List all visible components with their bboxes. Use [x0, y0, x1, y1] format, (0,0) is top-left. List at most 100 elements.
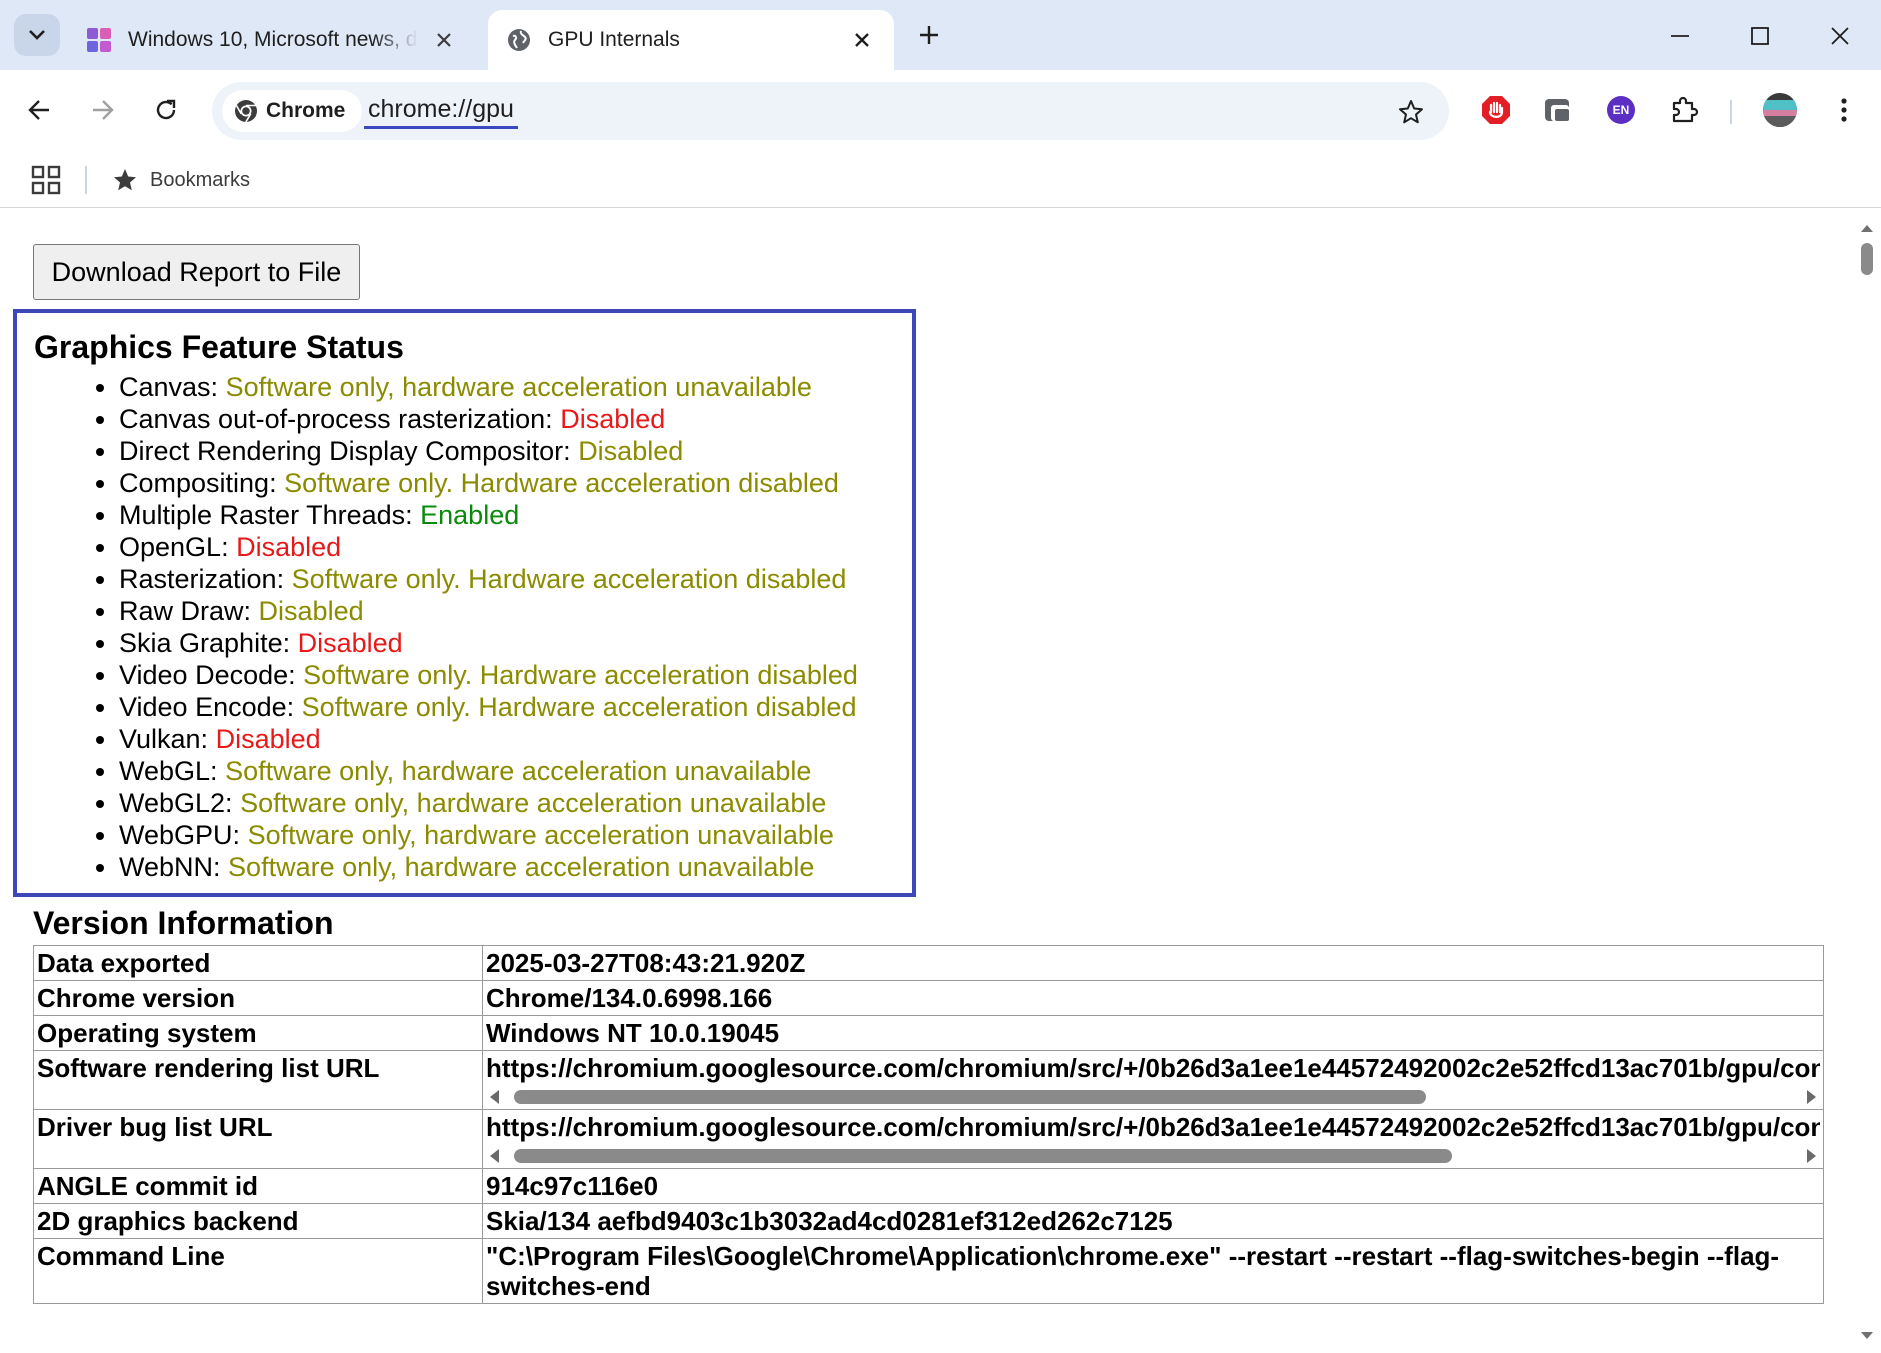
language-extension-button[interactable]: EN	[1601, 90, 1641, 130]
chrome-menu-button[interactable]	[1824, 90, 1864, 130]
row-key: Driver bug list URL	[33, 1109, 483, 1169]
feature-name: WebNN:	[119, 852, 221, 882]
feature-status: Software only. Hardware acceleration dis…	[291, 564, 847, 594]
feature-item: WebNN: Software only, hardware accelerat…	[119, 851, 858, 883]
feature-name: Multiple Raster Threads:	[119, 500, 413, 530]
chip-label: Chrome	[266, 99, 346, 122]
scroll-down-arrow-icon[interactable]	[1860, 1329, 1874, 1343]
feature-item: Video Encode: Software only. Hardware ac…	[119, 691, 858, 723]
globe-icon	[508, 29, 530, 51]
section-title: Graphics Feature Status	[34, 329, 404, 365]
feature-status: Disabled	[215, 724, 321, 754]
feature-item: Compositing: Software only. Hardware acc…	[119, 467, 858, 499]
graphics-feature-status-section: Graphics Feature Status Canvas: Software…	[13, 309, 916, 897]
feature-name: Direct Rendering Display Compositor:	[119, 436, 571, 466]
tab-strip: Windows 10, Microsoft news, de GPU Inter…	[0, 0, 1881, 70]
feature-name: Rasterization:	[119, 564, 285, 594]
row-value: Chrome/134.0.6998.166	[486, 983, 773, 1013]
star-filled-icon	[114, 169, 136, 191]
back-button[interactable]	[20, 90, 60, 130]
row-value-cell: 2025-03-27T08:43:21.920Z	[482, 945, 1824, 981]
address-bar[interactable]: Chrome chrome://gpu	[212, 82, 1449, 140]
feature-name: Canvas out-of-process rasterization:	[119, 404, 553, 434]
row-key: 2D graphics backend	[33, 1203, 483, 1239]
more-vertical-icon	[1841, 98, 1847, 122]
feature-status: Software only, hardware acceleration una…	[228, 852, 815, 882]
bookmark-star-button[interactable]	[1395, 96, 1427, 128]
close-tab-icon[interactable]	[430, 26, 458, 54]
table-row: Operating system Windows NT 10.0.19045	[33, 1015, 1824, 1051]
reload-button[interactable]	[146, 90, 186, 130]
row-key: Data exported	[33, 945, 483, 981]
bookmarks-folder[interactable]: Bookmarks	[112, 162, 250, 198]
new-tab-button[interactable]	[912, 18, 946, 52]
section-title: Version Information	[33, 905, 334, 941]
feature-item: WebGL: Software only, hardware accelerat…	[119, 755, 858, 787]
feature-item: Canvas: Software only, hardware accelera…	[119, 371, 858, 403]
feature-status: Software only. Hardware acceleration dis…	[284, 468, 839, 498]
tab-search-button[interactable]	[14, 14, 60, 56]
url-text[interactable]: chrome://gpu	[364, 95, 518, 129]
feature-item: Rasterization: Software only. Hardware a…	[119, 563, 858, 595]
tab-title: GPU Internals	[548, 28, 680, 51]
feature-name: WebGL:	[119, 756, 218, 786]
profile-button[interactable]	[1760, 90, 1800, 130]
horizontal-scrollbar[interactable]	[486, 1085, 1820, 1107]
bookmarks-bar: Bookmarks	[0, 152, 1881, 208]
row-value-cell: "C:\Program Files\Google\Chrome\Applicat…	[482, 1238, 1824, 1304]
feature-item: Vulkan: Disabled	[119, 723, 858, 755]
row-value: Windows NT 10.0.19045	[486, 1018, 780, 1048]
chrome-logo-icon	[235, 100, 257, 123]
feature-name: OpenGL:	[119, 532, 229, 562]
site-info-chip[interactable]: Chrome	[222, 90, 362, 132]
close-window-button[interactable]	[1820, 18, 1860, 54]
feature-status: Software only, hardware acceleration una…	[225, 372, 812, 402]
minimize-icon	[1671, 35, 1689, 37]
feature-status: Enabled	[420, 500, 520, 530]
feature-name: Vulkan:	[119, 724, 209, 754]
row-key: Command Line	[33, 1238, 483, 1304]
feature-status: Software only. Hardware acceleration dis…	[303, 660, 858, 690]
close-icon	[1831, 27, 1849, 45]
feature-status: Disabled	[236, 532, 342, 562]
scroll-right-arrow-icon[interactable]	[1807, 1090, 1816, 1104]
arrow-right-icon	[93, 100, 114, 120]
plus-icon	[920, 26, 938, 44]
row-value-cell: Chrome/134.0.6998.166	[482, 980, 1824, 1016]
scrollbar-thumb[interactable]	[514, 1149, 1452, 1163]
tab-windows10-news[interactable]: Windows 10, Microsoft news, de	[68, 10, 476, 70]
adblock-extension-button[interactable]	[1476, 90, 1516, 130]
scrollbar-thumb[interactable]	[514, 1090, 1426, 1104]
feature-status: Disabled	[297, 628, 403, 658]
feature-name: Video Decode:	[119, 660, 296, 690]
close-tab-icon[interactable]	[848, 26, 876, 54]
feature-item: Raw Draw: Disabled	[119, 595, 858, 627]
scroll-right-arrow-icon[interactable]	[1807, 1149, 1816, 1163]
maximize-button[interactable]	[1740, 18, 1780, 54]
scroll-left-arrow-icon[interactable]	[490, 1149, 499, 1163]
tab-gpu-internals[interactable]: GPU Internals	[488, 10, 894, 70]
scrollbar-thumb[interactable]	[1861, 243, 1873, 275]
row-value-cell: 914c97c116e0	[482, 1168, 1824, 1204]
extensions-menu-button[interactable]	[1665, 90, 1705, 130]
page-scrollbar[interactable]	[1852, 209, 1881, 1353]
table-row: Command Line "C:\Program Files\Google\Chr…	[33, 1238, 1824, 1304]
feature-name: Raw Draw:	[119, 596, 252, 626]
download-report-button[interactable]: Download Report to File	[33, 244, 360, 300]
feature-name: Skia Graphite:	[119, 628, 291, 658]
feature-name: WebGPU:	[119, 820, 241, 850]
site-favicon-icon	[87, 28, 111, 52]
row-value-cell: https://chromium.googlesource.com/chromi…	[482, 1050, 1824, 1110]
scroll-up-arrow-icon[interactable]	[1860, 221, 1874, 235]
feature-list: Canvas: Software only, hardware accelera…	[37, 371, 858, 883]
scroll-left-arrow-icon[interactable]	[490, 1090, 499, 1104]
horizontal-scrollbar[interactable]	[486, 1144, 1820, 1166]
reload-icon	[156, 99, 176, 120]
feature-name: Compositing:	[119, 468, 277, 498]
extension-button[interactable]	[1538, 90, 1578, 130]
feature-item: Video Decode: Software only. Hardware ac…	[119, 659, 858, 691]
minimize-button[interactable]	[1660, 18, 1700, 54]
row-value: 2025-03-27T08:43:21.920Z	[486, 948, 806, 978]
apps-grid-icon[interactable]	[30, 164, 62, 196]
forward-button[interactable]	[82, 90, 122, 130]
